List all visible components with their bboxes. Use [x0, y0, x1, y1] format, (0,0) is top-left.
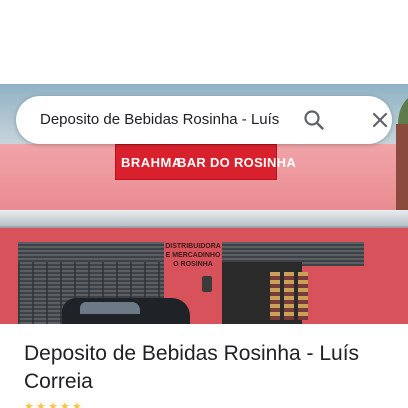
place-title: Deposito de Bebidas Rosinha - Luís Corre…: [24, 342, 360, 393]
sign-brahma-text: BRAHMA: [121, 154, 182, 170]
photo-shelf: [284, 272, 294, 320]
photo-shelf: [298, 272, 308, 320]
search-input[interactable]: Deposito de Bebidas Rosinha - Luís: [40, 96, 290, 144]
close-icon[interactable]: [368, 108, 392, 132]
star-icon: ★: [48, 401, 58, 408]
storefront-text: DISTRIBUIDORA E MERCADINHO O ROSINHA: [165, 243, 221, 268]
photo-canopy: [0, 210, 408, 228]
star-icon: ★: [72, 401, 82, 408]
sign-store-name: BAR DO ROSINHA: [177, 154, 297, 170]
star-icon: ★: [36, 401, 46, 408]
star-icon: ★: [24, 401, 34, 408]
store-sign: BRAHMA BAR DO ROSINHA: [115, 144, 296, 180]
photo-car-window: [80, 302, 140, 314]
search-bar[interactable]: Deposito de Bebidas Rosinha - Luís: [16, 96, 392, 144]
photo-wall-lamp: [202, 276, 212, 292]
rating-stars: ★ ★ ★ ★ ★: [24, 402, 82, 408]
star-icon: ★: [60, 401, 70, 408]
photo-shelf: [270, 272, 280, 320]
top-blank-area: [0, 0, 408, 84]
search-icon[interactable]: [302, 108, 326, 132]
